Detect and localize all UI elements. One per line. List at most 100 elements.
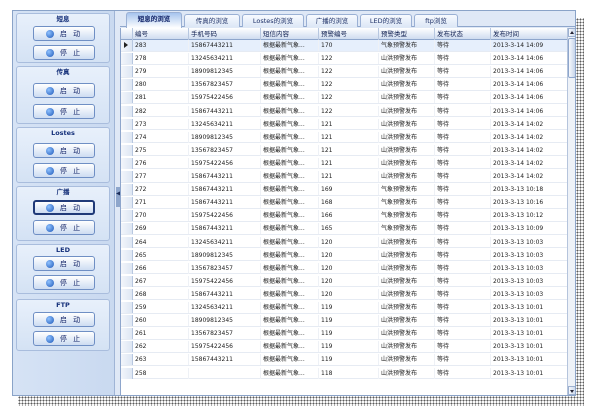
- row-header[interactable]: [121, 157, 133, 169]
- table-row[interactable]: 258 根据最新气象... 118 山洪预警发布 等待 2013-3-13 10:01: [121, 367, 567, 379]
- column-header-alert-id[interactable]: 预警编号: [319, 28, 379, 40]
- table-row[interactable]: 276 15975422456 根据最新气象... 121 山洪预警发布 等待 2013-3…: [121, 157, 567, 170]
- cell-alert-id: 122: [319, 105, 379, 117]
- table-row[interactable]: 282 15867443211 根据最新气象... 122 山洪预警发布 等待 2013-3…: [121, 105, 567, 117]
- cell-content: 根据最新气象...: [261, 341, 319, 353]
- tab-lostes-browse[interactable]: Lostes的浏览: [242, 14, 304, 27]
- row-header[interactable]: [121, 53, 133, 65]
- row-header[interactable]: [121, 210, 133, 222]
- broadcast-start-button[interactable]: 启 动: [33, 200, 95, 215]
- ftp-stop-button[interactable]: 停 止: [33, 331, 95, 346]
- column-header-content[interactable]: 短信内容: [261, 28, 319, 40]
- scroll-thumb[interactable]: [568, 38, 575, 78]
- table-row[interactable]: 271 15867443211 根据最新气象... 168 气象预警发布 等待 2013-3…: [121, 197, 567, 209]
- tab-led-browse[interactable]: LED的浏览: [360, 14, 412, 27]
- row-header[interactable]: [121, 367, 133, 379]
- table-row[interactable]: 272 15867443211 根据最新气象... 169 气象预警发布 等待 2013-3…: [121, 184, 567, 196]
- row-header[interactable]: [121, 236, 133, 248]
- sms-start-button[interactable]: 启 动: [33, 26, 95, 41]
- row-header[interactable]: [121, 315, 133, 327]
- row-header[interactable]: [121, 131, 133, 143]
- cell-alert-type: 山洪预警发布: [379, 341, 435, 353]
- table-row[interactable]: 281 15975422456 根据最新气象... 122 山洪预警发布 等待 2013-3…: [121, 92, 567, 104]
- ftp-start-button[interactable]: 启 动: [33, 312, 95, 327]
- row-header[interactable]: [121, 197, 133, 209]
- table-row[interactable]: 259 13245634211 根据最新气象... 119 山洪预警发布 等待 2013-3…: [121, 302, 567, 314]
- table-row[interactable]: 262 15975422456 根据最新气象... 119 山洪预警发布 等待 2013-3…: [121, 341, 567, 353]
- table-row[interactable]: 270 15975422456 根据最新气象... 166 气象预警发布 等待 2013-3…: [121, 210, 567, 222]
- sms-stop-button[interactable]: 停 止: [33, 45, 95, 60]
- column-header-status[interactable]: 发布状态: [435, 28, 491, 40]
- row-header[interactable]: [121, 275, 133, 287]
- row-header[interactable]: [121, 92, 133, 104]
- row-header[interactable]: [121, 40, 133, 51]
- column-header-alert-type[interactable]: 预警类型: [379, 28, 435, 40]
- table-row[interactable]: 265 18909812345 根据最新气象... 120 山洪预警发布 等待 2013-3…: [121, 249, 567, 262]
- cell-alert-id: 121: [319, 144, 379, 156]
- broadcast-stop-button[interactable]: 停 止: [33, 220, 95, 235]
- row-header[interactable]: [121, 354, 133, 366]
- row-header[interactable]: [121, 118, 133, 130]
- table-row[interactable]: 260 18909812345 根据最新气象... 119 山洪预警发布 等待 2013-3…: [121, 315, 567, 327]
- sms-group: 短息 启 动 停 止: [16, 13, 110, 63]
- table-row[interactable]: 273 13245634211 根据最新气象... 121 山洪预警发布 等待 2013-3…: [121, 118, 567, 131]
- scroll-down-icon[interactable]: [568, 386, 575, 395]
- table-row[interactable]: 261 13567823457 根据最新气象... 119 山洪预警发布 等待 2013-3…: [121, 328, 567, 340]
- fax-stop-button[interactable]: 停 止: [33, 104, 95, 119]
- cell-time: 2013-3-14 14:02: [491, 158, 567, 169]
- lostes-stop-button[interactable]: 停 止: [33, 163, 95, 178]
- cell-alert-id: 120: [319, 262, 379, 274]
- cell-phone: 15867443211: [189, 184, 261, 196]
- row-header[interactable]: [121, 249, 133, 261]
- row-header[interactable]: [121, 184, 133, 196]
- row-header[interactable]: [121, 66, 133, 78]
- table-row[interactable]: 274 18909812345 根据最新气象... 121 山洪预警发布 等待 2013-3…: [121, 131, 567, 144]
- table-row[interactable]: 264 13245634211 根据最新气象... 120 山洪预警发布 等待 2013-3…: [121, 236, 567, 248]
- row-header[interactable]: [121, 288, 133, 300]
- table-row[interactable]: 277 15867443211 根据最新气象... 121 山洪预警发布 等待 2013-3…: [121, 171, 567, 183]
- fax-start-button[interactable]: 启 动: [33, 83, 95, 98]
- cell-id: 283: [133, 40, 189, 51]
- cell-status: 等待: [435, 354, 491, 366]
- scroll-up-icon[interactable]: [568, 28, 575, 37]
- table-row[interactable]: 275 13567823457 根据最新气象... 121 山洪预警发布 等待 2013-3…: [121, 144, 567, 157]
- led-stop-button[interactable]: 停 止: [33, 275, 95, 290]
- row-header[interactable]: [121, 328, 133, 340]
- tab-sms-browse[interactable]: 短息的浏览: [126, 12, 182, 28]
- cell-time: 2013-3-13 10:01: [491, 315, 567, 326]
- tab-fax-browse[interactable]: 传真的浏览: [184, 14, 240, 27]
- row-header[interactable]: [121, 171, 133, 182]
- table-row[interactable]: 268 15867443211 根据最新气象... 120 山洪预警发布 等待 2013-3…: [121, 288, 567, 301]
- tab-ftp-browse[interactable]: ftp浏览: [414, 14, 458, 27]
- table-row[interactable]: 266 13567823457 根据最新气象... 120 山洪预警发布 等待 2013-3…: [121, 262, 567, 275]
- row-header[interactable]: [121, 144, 133, 156]
- table-row[interactable]: 278 13245634211 根据最新气象... 122 山洪预警发布 等待 2013-3…: [121, 53, 567, 65]
- lostes-start-button[interactable]: 启 动: [33, 143, 95, 158]
- column-header-id[interactable]: 编号: [133, 28, 189, 40]
- cell-time: 2013-3-13 10:03: [491, 263, 567, 274]
- cell-phone: 15867443211: [189, 197, 261, 209]
- row-header[interactable]: [121, 105, 133, 117]
- tab-broadcast-browse[interactable]: 广播的浏览: [306, 14, 358, 27]
- cell-id: 282: [133, 105, 189, 117]
- led-start-button[interactable]: 启 动: [33, 256, 95, 271]
- row-header[interactable]: [121, 223, 133, 235]
- column-header-time[interactable]: 发布时间: [491, 28, 567, 40]
- table-row[interactable]: 263 15867443211 根据最新气象... 119 山洪预警发布 等待 2013-3…: [121, 354, 567, 366]
- row-header[interactable]: [121, 262, 133, 274]
- row-header[interactable]: [121, 79, 133, 91]
- cell-status: 等待: [435, 118, 491, 130]
- table-row[interactable]: 283 15867443211 根据最新气象... 170 气象预警发布 等待 2013-3…: [121, 40, 567, 52]
- table-row[interactable]: 267 15975422456 根据最新气象... 120 山洪预警发布 等待 2013-3…: [121, 275, 567, 288]
- table-row[interactable]: 279 18909812345 根据最新气象... 122 山洪预警发布 等待 2013-3…: [121, 66, 567, 78]
- row-header[interactable]: [121, 341, 133, 353]
- stop-icon: [45, 107, 54, 116]
- row-header[interactable]: [121, 302, 133, 313]
- cell-time: 2013-3-13 10:18: [491, 184, 567, 195]
- cell-alert-id: 119: [319, 315, 379, 327]
- table-row[interactable]: 280 13567823457 根据最新气象... 122 山洪预警发布 等待 2013-3…: [121, 79, 567, 91]
- column-header-phone[interactable]: 手机号码: [189, 28, 261, 40]
- table-row[interactable]: 269 15867443211 根据最新气象... 165 气象预警发布 等待 2013-3…: [121, 223, 567, 235]
- play-icon: [45, 203, 54, 212]
- vertical-scrollbar[interactable]: [567, 28, 575, 395]
